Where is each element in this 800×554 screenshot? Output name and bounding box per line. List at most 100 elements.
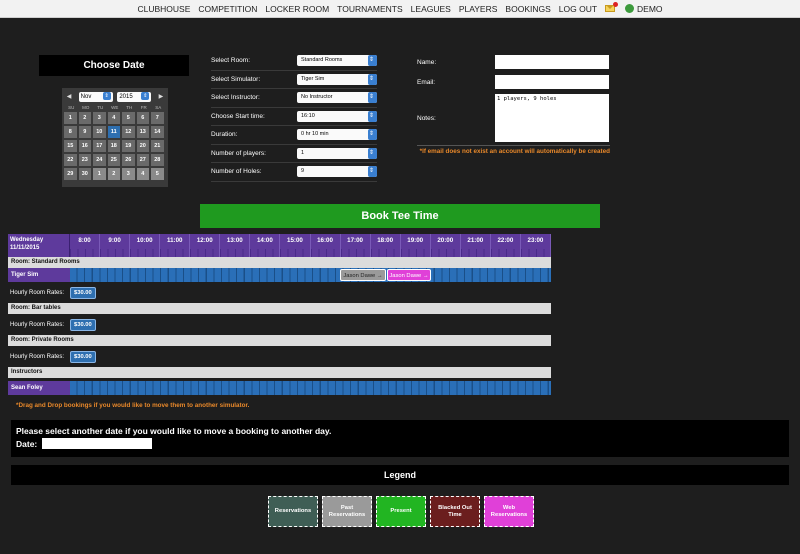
calendar-day[interactable]: 10 xyxy=(93,126,106,138)
select-start-time[interactable]: 16:10 xyxy=(297,110,377,122)
prev-month-icon[interactable]: ◀ xyxy=(64,93,74,100)
calendar-day[interactable]: 14 xyxy=(151,126,164,138)
nav-locker-room[interactable]: LOCKER ROOM xyxy=(265,4,329,14)
calendar-day[interactable]: 17 xyxy=(93,140,106,152)
hour-label: 9:00 xyxy=(100,234,131,257)
calendar-day[interactable]: 6 xyxy=(136,112,149,124)
calendar-header: ◀ Nov ⇕ 2015 ⇕ ▶ xyxy=(64,90,166,103)
booking-past[interactable]: Jason Dawe → xyxy=(340,269,386,281)
name-input[interactable] xyxy=(495,55,609,69)
nav-players[interactable]: PLAYERS xyxy=(459,4,498,14)
calendar-day[interactable]: 3 xyxy=(93,112,106,124)
nav-log-out[interactable]: LOG OUT xyxy=(559,4,597,14)
calendar-day[interactable]: 25 xyxy=(107,154,120,166)
form-row-duration: Duration: 0 hr 10 min xyxy=(211,126,377,145)
nav-clubhouse[interactable]: CLUBHOUSE xyxy=(137,4,190,14)
mail-icon[interactable] xyxy=(605,2,619,12)
select-players[interactable]: 1 xyxy=(297,147,377,159)
month-select-caret-icon: ⇕ xyxy=(102,91,111,100)
email-row: Email: xyxy=(417,72,610,92)
calendar-day[interactable]: 9 xyxy=(78,126,91,138)
simulator-row: Tiger Sim Jason Dawe → Jason Dawe → xyxy=(8,268,551,282)
hour-label: 12:00 xyxy=(190,234,221,257)
select-instructor[interactable]: No Instructor xyxy=(297,92,377,104)
calendar-day[interactable]: 26 xyxy=(122,154,135,166)
name-label: Name: xyxy=(417,58,437,66)
calendar-day[interactable]: 23 xyxy=(78,154,91,166)
nav-bookings[interactable]: BOOKINGS xyxy=(505,4,550,14)
choose-date-title: Choose Date xyxy=(39,55,189,76)
calendar-day[interactable]: 30 xyxy=(78,168,91,180)
select-simulator[interactable]: Tiger Sim xyxy=(297,73,377,85)
weekday-label: FR xyxy=(140,105,147,110)
calendar-day[interactable]: 4 xyxy=(107,112,120,124)
hour-label: 17:00 xyxy=(340,234,371,257)
select-duration[interactable]: 0 hr 10 min xyxy=(297,129,377,141)
calendar-day[interactable]: 7 xyxy=(151,112,164,124)
hour-label: 10:00 xyxy=(130,234,161,257)
schedule-day-name: Wednesday xyxy=(10,237,44,243)
notes-textarea[interactable]: 1 players, 9 holes xyxy=(495,94,609,142)
user-menu[interactable]: DEMO xyxy=(625,3,663,14)
calendar-day[interactable]: 8 xyxy=(64,126,77,138)
calendar-day[interactable]: 27 xyxy=(136,154,149,166)
nav-leagues[interactable]: LEAGUES xyxy=(411,4,451,14)
calendar-day[interactable]: 2 xyxy=(78,112,91,124)
calendar-day[interactable]: 15 xyxy=(64,140,77,152)
form-row-instructor: Select Instructor: No Instructor xyxy=(211,89,377,108)
notes-label: Notes: xyxy=(417,114,436,122)
date-picker-calendar: ◀ Nov ⇕ 2015 ⇕ ▶ SU MO TU WE TH FR SA 1234… xyxy=(62,88,168,187)
calendar-day[interactable]: 3 xyxy=(122,168,135,180)
calendar-day[interactable]: 1 xyxy=(93,168,106,180)
move-date-input[interactable] xyxy=(42,438,153,449)
calendar-days: 1 2 3 4 5 6 7 8 9 10 11 12 13 14 15 16 17 18 19 20 21 22 23 24 2… xyxy=(64,112,166,180)
year-select[interactable]: 2015 ⇕ xyxy=(117,91,152,102)
calendar-day[interactable]: 5 xyxy=(151,168,164,180)
nav-competition[interactable]: COMPETITION xyxy=(198,4,257,14)
start-time-label: Choose Start time: xyxy=(211,112,265,120)
rates-label: Hourly Room Rates: xyxy=(10,289,65,296)
instructor-slots[interactable] xyxy=(70,381,551,395)
calendar-day[interactable]: 13 xyxy=(136,126,149,138)
select-caret-icon xyxy=(368,55,377,67)
calendar-day[interactable]: 4 xyxy=(136,168,149,180)
contact-form: Name: Email: Notes: 1 players, 9 holes *… xyxy=(417,52,610,155)
nav-tournaments[interactable]: TOURNAMENTS xyxy=(337,4,403,14)
hour-label: 22:00 xyxy=(490,234,521,257)
email-label: Email: xyxy=(417,78,436,86)
year-select-caret-icon: ⇕ xyxy=(141,91,150,100)
calendar-day[interactable]: 21 xyxy=(151,140,164,152)
calendar-day[interactable]: 11 xyxy=(107,126,120,138)
month-select[interactable]: Nov ⇕ xyxy=(78,91,113,102)
next-month-icon[interactable]: ▶ xyxy=(156,93,166,100)
room-private-header: Room: Private Rooms xyxy=(8,335,551,346)
calendar-day[interactable]: 2 xyxy=(107,168,120,180)
calendar-day[interactable]: 1 xyxy=(64,112,77,124)
simulator-name: Tiger Sim xyxy=(8,268,70,282)
form-row-room: Select Room: Standard Rooms xyxy=(211,52,377,71)
rate-chip: $30.00 xyxy=(70,318,96,331)
calendar-day[interactable]: 12 xyxy=(122,126,135,138)
select-room-label: Select Room: xyxy=(211,57,251,65)
booking-web[interactable]: Jason Dawe → xyxy=(387,269,431,281)
book-tee-time-button[interactable]: Book Tee Time xyxy=(200,204,600,228)
user-name: DEMO xyxy=(637,3,663,14)
calendar-day[interactable]: 29 xyxy=(64,168,77,180)
select-room[interactable]: Standard Rooms xyxy=(297,55,377,67)
calendar-day[interactable]: 20 xyxy=(136,140,149,152)
calendar-day[interactable]: 28 xyxy=(151,154,164,166)
calendar-day[interactable]: 22 xyxy=(64,154,77,166)
calendar-day[interactable]: 16 xyxy=(78,140,91,152)
calendar-day[interactable]: 18 xyxy=(107,140,120,152)
calendar-day[interactable]: 24 xyxy=(93,154,106,166)
rates-row-bar: Hourly Room Rates: $30.00 xyxy=(8,314,551,335)
select-instructor-label: Select Instructor: xyxy=(211,94,260,102)
calendar-day[interactable]: 5 xyxy=(122,112,135,124)
calendar-day[interactable]: 19 xyxy=(122,140,135,152)
rates-label: Hourly Room Rates: xyxy=(10,353,65,360)
weekday-label: SA xyxy=(155,105,162,110)
email-input[interactable] xyxy=(495,75,609,89)
simulator-slots[interactable]: Jason Dawe → Jason Dawe → xyxy=(70,268,551,282)
hour-label: 16:00 xyxy=(310,234,341,257)
select-holes[interactable]: 9 xyxy=(297,166,377,178)
